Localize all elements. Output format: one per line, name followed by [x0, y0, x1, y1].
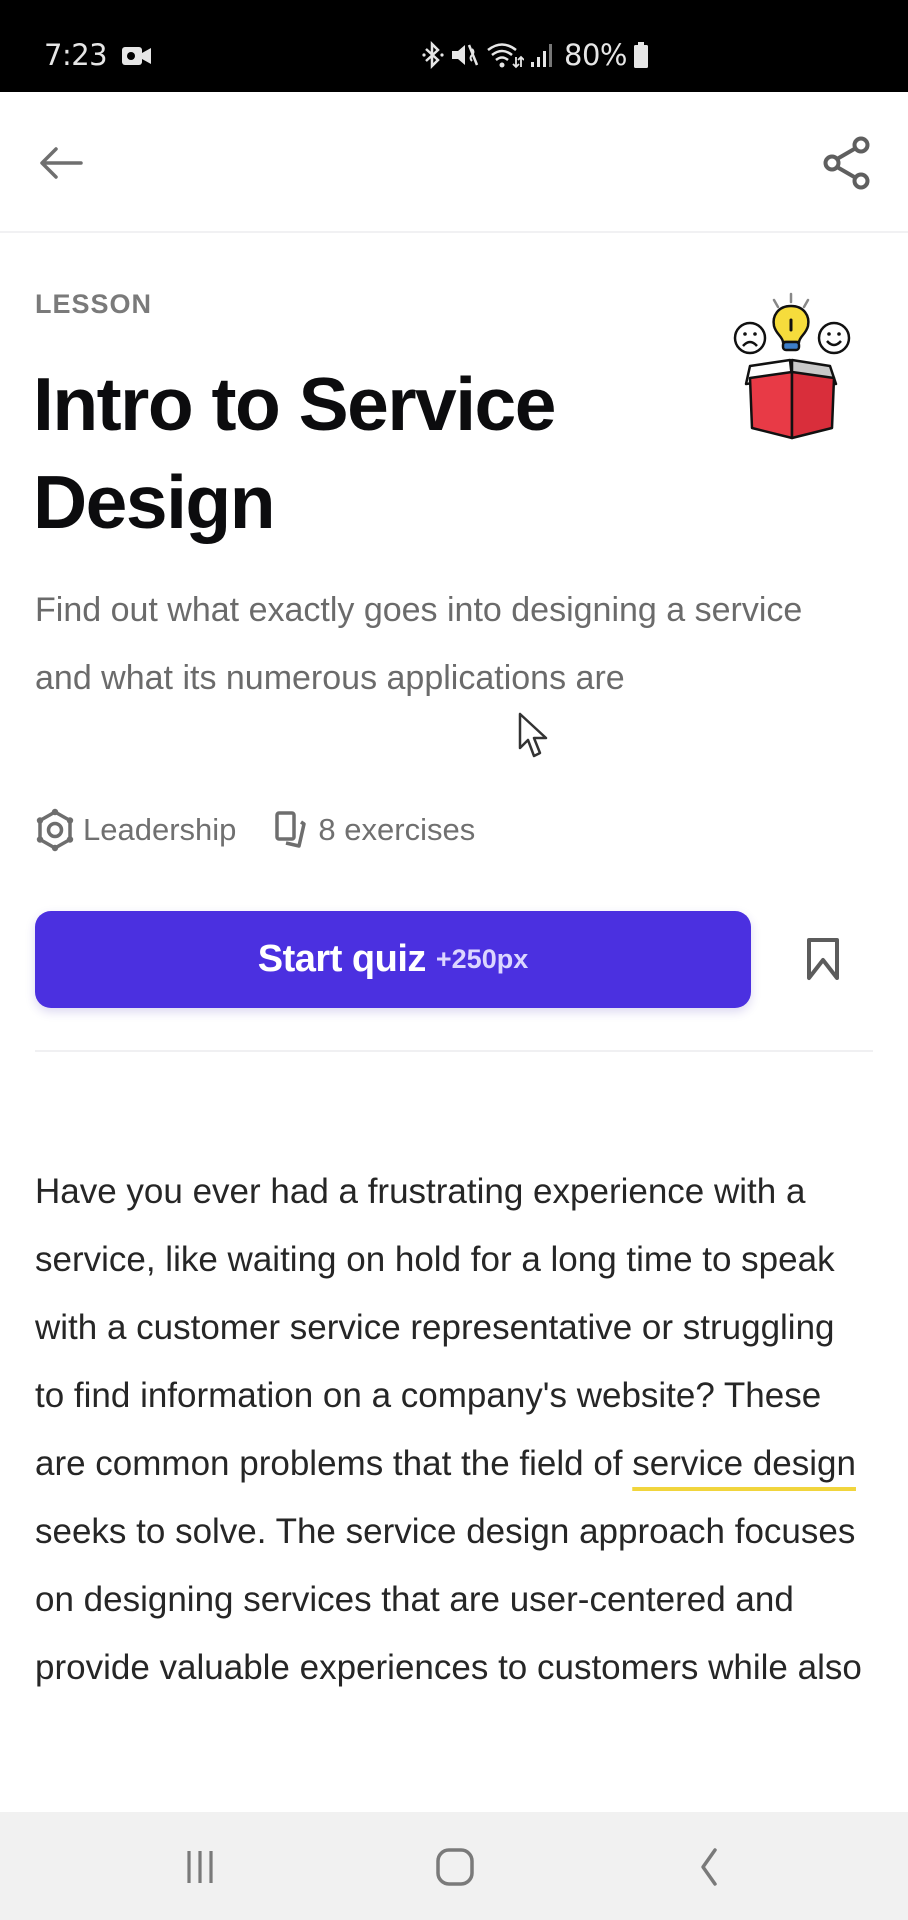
status-bar: 7:23 80% — [0, 0, 908, 92]
screen-record-icon — [122, 47, 151, 65]
mouse-cursor-icon — [518, 712, 548, 758]
category-tag: Leadership — [35, 808, 236, 852]
open-box-ideas-illustration — [733, 292, 851, 440]
recents-button[interactable] — [165, 1834, 235, 1900]
lesson-meta: Leadership 8 exercises — [35, 808, 475, 852]
status-time: 7:23 — [44, 38, 108, 72]
bluetooth-icon — [422, 41, 444, 69]
bookmark-button[interactable] — [801, 931, 845, 987]
start-quiz-points: +250px — [435, 944, 529, 974]
recents-icon — [187, 1851, 213, 1883]
body-text-after: seeks to solve. The service design appro… — [35, 1512, 862, 1687]
start-quiz-button[interactable]: Start quiz +250px — [35, 911, 751, 1008]
lesson-eyebrow: LESSON — [35, 289, 153, 319]
system-nav-bar — [0, 1812, 908, 1920]
battery-icon — [633, 42, 648, 68]
glossary-term-link[interactable]: service design — [632, 1444, 856, 1483]
nav-back-button[interactable] — [674, 1834, 744, 1900]
category-label: Leadership — [83, 812, 237, 847]
body-text-before: Have you ever had a frustrating experien… — [35, 1172, 835, 1483]
signal-icon — [531, 44, 552, 67]
status-icons: 80% — [422, 38, 649, 72]
cta-row: Start quiz +250px — [35, 911, 875, 1008]
home-icon — [436, 1848, 474, 1886]
home-button[interactable] — [420, 1834, 490, 1900]
nav-back-icon — [701, 1848, 717, 1886]
page-title: Intro to Service Design — [33, 362, 556, 544]
lesson-subtitle: Find out what exactly goes into designin… — [35, 591, 803, 697]
exercises-label: 8 exercises — [318, 812, 476, 847]
share-icon — [823, 136, 870, 190]
share-button[interactable] — [818, 130, 876, 196]
arrow-left-icon — [40, 147, 83, 179]
battery-percent: 80% — [564, 38, 627, 72]
wifi-icon — [487, 43, 524, 69]
start-quiz-label: Start quiz — [257, 938, 427, 980]
cards-icon — [275, 811, 307, 848]
app-bar — [0, 92, 908, 233]
bookmark-icon — [807, 938, 839, 980]
section-divider — [35, 1050, 873, 1052]
exercises-count: 8 exercises — [274, 810, 475, 850]
back-button[interactable] — [32, 134, 90, 192]
lesson-body: Have you ever had a frustrating experien… — [35, 1158, 870, 1702]
mute-icon — [452, 44, 479, 66]
leadership-hexagon-icon — [36, 808, 74, 852]
